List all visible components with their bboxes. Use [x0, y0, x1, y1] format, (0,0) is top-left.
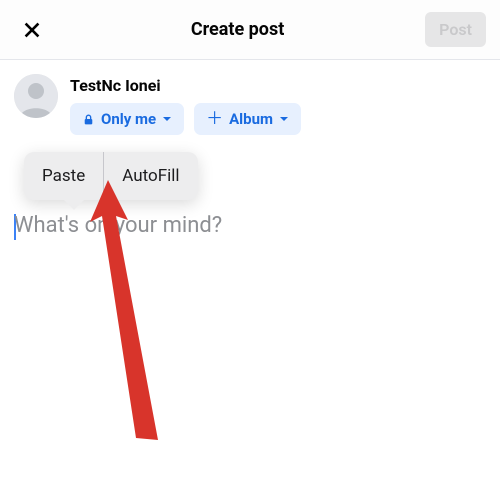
- plus-icon: ＋: [206, 111, 223, 128]
- close-button[interactable]: [14, 12, 50, 48]
- lock-icon: [82, 113, 95, 126]
- context-menu-tail: [64, 200, 84, 210]
- paste-menu-item[interactable]: Paste: [24, 152, 103, 200]
- header: Create post Post: [0, 0, 500, 60]
- username[interactable]: TestNc Ionei: [70, 76, 301, 95]
- album-selector[interactable]: ＋ Album: [194, 103, 301, 135]
- post-button[interactable]: Post: [425, 12, 486, 47]
- composer-row: TestNc Ionei Only me ＋ Album: [0, 60, 500, 135]
- avatar-placeholder-icon: [14, 74, 58, 118]
- autofill-menu-item[interactable]: AutoFill: [103, 152, 197, 200]
- chevron-down-icon: [162, 114, 172, 124]
- post-input[interactable]: What's on your mind?: [14, 213, 486, 238]
- composer-meta: TestNc Ionei Only me ＋ Album: [70, 74, 301, 135]
- audience-label: Only me: [101, 110, 156, 128]
- page-title: Create post: [191, 19, 284, 40]
- audience-selector[interactable]: Only me: [70, 103, 184, 135]
- content-area[interactable]: What's on your mind?: [0, 213, 500, 238]
- album-label: Album: [229, 110, 273, 128]
- pill-row: Only me ＋ Album: [70, 103, 301, 135]
- close-icon: [21, 19, 43, 41]
- avatar[interactable]: [14, 74, 58, 118]
- context-menu: Paste AutoFill: [24, 152, 198, 200]
- chevron-down-icon: [279, 114, 289, 124]
